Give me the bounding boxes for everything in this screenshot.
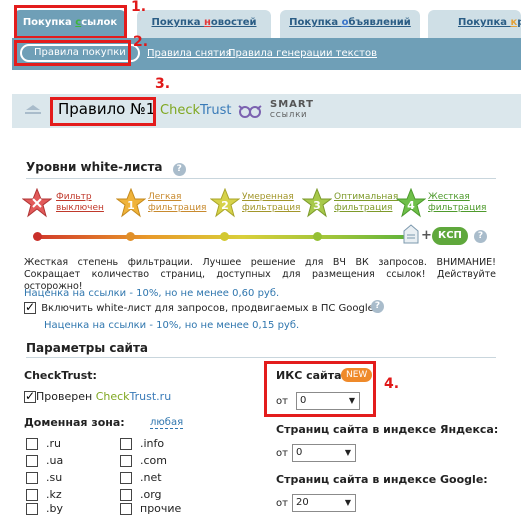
slider-dot-0	[33, 232, 42, 241]
svg-text:2: 2	[221, 199, 229, 212]
ksp-help-icon[interactable]: ?	[474, 230, 487, 243]
new-badge: NEW	[341, 368, 373, 382]
iks-label: ИКС сайта:	[276, 369, 346, 382]
collapse-toggle-icon[interactable]	[22, 103, 44, 119]
svg-text:3: 3	[313, 199, 321, 212]
marker-4: 4.	[384, 376, 400, 392]
google-whitelist-label: Включить white-лист для запросов, продви…	[41, 303, 374, 314]
zone-other-checkbox[interactable]	[120, 503, 132, 515]
zone-by[interactable]: .by	[26, 502, 63, 515]
google-whitelist-checkbox[interactable]	[24, 300, 36, 314]
highlight-box-1	[14, 5, 127, 39]
marker-1: 1.	[131, 0, 147, 15]
marker-3: 3.	[155, 76, 171, 92]
slider-handle-icon[interactable]	[403, 224, 419, 244]
yandex-index-label: Страниц сайта в индексе Яндекса:	[276, 423, 499, 436]
iks-select[interactable]: 0 ▼	[296, 392, 360, 410]
zone-by-checkbox[interactable]	[26, 503, 38, 515]
level-1-star-icon[interactable]: 1	[116, 188, 146, 218]
google-from-label: от	[276, 498, 288, 509]
whitelist-title: Уровни white-листа ?	[26, 160, 186, 176]
level-2-star-icon[interactable]: 2	[210, 188, 240, 218]
level-3-label[interactable]: Оптимальная фильтрация	[334, 192, 398, 214]
svg-text:4: 4	[407, 199, 415, 212]
zone-ua[interactable]: .ua	[26, 454, 63, 467]
divider	[26, 178, 496, 179]
zone-kz[interactable]: .kz	[26, 488, 62, 501]
level-4-star-icon[interactable]: 4	[396, 188, 426, 218]
checktrust-logo[interactable]: CheckTrust	[160, 103, 231, 118]
highlight-box-2	[14, 40, 131, 66]
markup-note-2: Наценка на ссылки - 10%, но не менее 0,1…	[44, 320, 300, 331]
level-4-label[interactable]: Жесткая фильтрация	[428, 192, 486, 214]
level-0-label[interactable]: Фильтр выключен	[56, 192, 104, 214]
zone-net[interactable]: .net	[120, 471, 162, 484]
google-index-label: Страниц сайта в индексе Google:	[276, 473, 488, 486]
zone-com-checkbox[interactable]	[120, 455, 132, 467]
plus-sign: +	[421, 228, 432, 243]
smart-links-icon	[238, 105, 262, 118]
chevron-down-icon: ▼	[344, 448, 351, 457]
level-3-star-icon[interactable]: 3	[302, 188, 332, 218]
zone-info[interactable]: .info	[120, 437, 164, 450]
domain-zone-heading: Доменная зона:	[24, 416, 125, 429]
google-help-icon[interactable]: ?	[371, 300, 384, 313]
zone-kz-checkbox[interactable]	[26, 489, 38, 501]
zone-other[interactable]: прочие	[120, 502, 181, 515]
zone-info-checkbox[interactable]	[120, 438, 132, 450]
chevron-down-icon: ▼	[344, 498, 351, 507]
tab-buy-more[interactable]: Покупка кра	[428, 10, 521, 38]
slider-dot-3	[313, 232, 322, 241]
level-2-label[interactable]: Умеренная фильтрация	[242, 192, 300, 214]
zone-net-checkbox[interactable]	[120, 472, 132, 484]
rules-text-generation-link[interactable]: Правила генерации текстов	[228, 48, 377, 59]
domain-zone-any-link[interactable]: любая	[150, 417, 184, 429]
google-whitelist-row[interactable]: Включить white-лист для запросов, продви…	[24, 300, 374, 314]
svg-text:1: 1	[127, 199, 135, 212]
tab-buy-news[interactable]: Покупка новостей	[137, 10, 271, 38]
markup-note-1: Наценка на ссылки - 10%, но не менее 0,6…	[24, 288, 280, 299]
zone-com[interactable]: .com	[120, 454, 167, 467]
smart-links-logo[interactable]: SMART ССЫЛКИ	[270, 100, 314, 120]
marker-2: 2.	[133, 34, 149, 50]
checktrust-checkbox[interactable]	[24, 389, 36, 403]
zone-ru[interactable]: .ru	[26, 437, 61, 450]
whitelist-level-row: Фильтр выключен 1 Легкая фильтрация 2 Умер…	[22, 188, 497, 224]
yandex-index-select[interactable]: 0 ▼	[292, 444, 356, 462]
yandex-from-label: от	[276, 448, 288, 459]
slider-dot-2	[220, 232, 229, 241]
google-index-select[interactable]: 20 ▼	[292, 494, 356, 512]
divider-2	[26, 357, 496, 358]
zone-org[interactable]: .org	[120, 488, 162, 501]
zone-ru-checkbox[interactable]	[26, 438, 38, 450]
slider-dot-1	[126, 232, 135, 241]
iks-from-label: от	[276, 396, 288, 407]
tab-buy-ads[interactable]: Покупка объявлений	[280, 10, 420, 38]
rules-withdraw-link[interactable]: Правила снятия	[147, 48, 231, 59]
help-icon[interactable]: ?	[172, 163, 186, 176]
highlight-box-3	[50, 97, 156, 126]
ksp-button[interactable]: КСП	[432, 227, 468, 245]
checktrust-checked-row[interactable]: Проверен CheckTrust.ru	[24, 389, 171, 403]
chevron-down-icon: ▼	[348, 396, 355, 405]
checktrust-heading: CheckTrust:	[24, 369, 97, 382]
zone-org-checkbox[interactable]	[120, 489, 132, 501]
site-params-title: Параметры сайта	[26, 341, 149, 355]
level-0-star-icon[interactable]	[22, 188, 52, 218]
zone-ua-checkbox[interactable]	[26, 455, 38, 467]
level-1-label[interactable]: Легкая фильтрация	[148, 192, 206, 214]
zone-su[interactable]: .su	[26, 471, 62, 484]
zone-su-checkbox[interactable]	[26, 472, 38, 484]
